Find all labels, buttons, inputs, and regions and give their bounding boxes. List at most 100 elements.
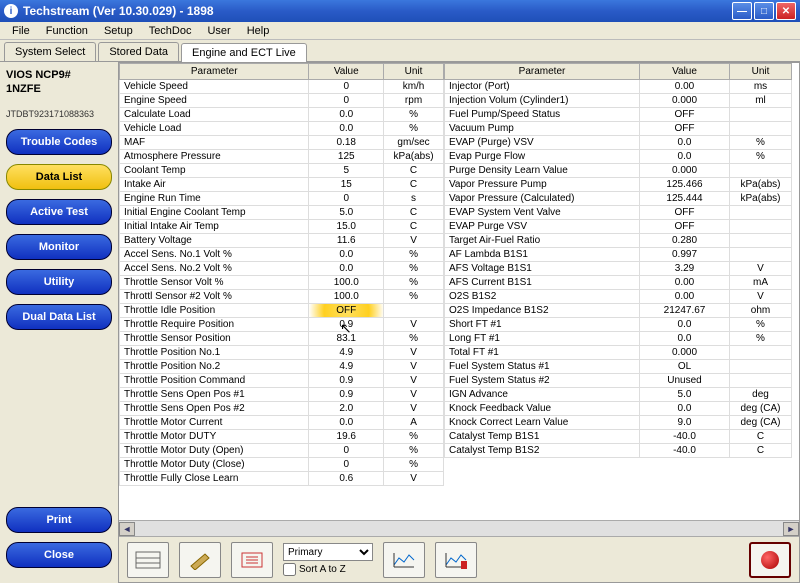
value-cell: 4.9 [309,346,384,360]
table-row[interactable]: Throttle Motor Current0.0A [120,416,444,430]
sort-checkbox[interactable] [283,563,296,576]
table-row[interactable]: EVAP System Vent ValveOFF [445,206,792,220]
horizontal-scrollbar[interactable]: ◄ ► [119,520,799,536]
table-row[interactable]: EVAP Purge VSVOFF [445,220,792,234]
table-row[interactable]: Fuel System Status #2Unused [445,374,792,388]
table-row[interactable]: Vehicle Speed0km/h [120,80,444,94]
menu-user[interactable]: User [199,23,238,39]
table-row[interactable]: Intake Air15C [120,178,444,192]
scroll-right-icon[interactable]: ► [783,522,799,536]
tab-system-select[interactable]: System Select [4,42,96,61]
scroll-left-icon[interactable]: ◄ [119,522,135,536]
table-row[interactable]: Vacuum PumpOFF [445,122,792,136]
table-row[interactable]: Target Air-Fuel Ratio0.280 [445,234,792,248]
table-row[interactable]: Fuel Pump/Speed StatusOFF [445,108,792,122]
col-value[interactable]: Value [640,64,730,80]
toolbar-edit-button[interactable] [179,542,221,578]
table-row[interactable]: Vapor Pressure Pump125.466kPa(abs) [445,178,792,192]
table-row[interactable]: Atmosphere Pressure125kPa(abs) [120,150,444,164]
tab-stored-data[interactable]: Stored Data [98,42,179,61]
table-row[interactable]: Long FT #10.0% [445,332,792,346]
sidebar-active-test-button[interactable]: Active Test [6,199,112,225]
table-row[interactable]: MAF0.18gm/sec [120,136,444,150]
table-row[interactable]: Knock Feedback Value0.0deg (CA) [445,402,792,416]
table-row[interactable]: IGN Advance5.0deg [445,388,792,402]
table-row[interactable]: Coolant Temp5C [120,164,444,178]
value-cell: -40.0 [640,444,730,458]
table-row[interactable]: Throttle Position No.24.9V [120,360,444,374]
table-row[interactable]: Throttle Require Position0.9V [120,318,444,332]
menu-techdoc[interactable]: TechDoc [141,23,200,39]
sidebar-trouble-codes-button[interactable]: Trouble Codes [6,129,112,155]
toolbar-select-button[interactable] [231,542,273,578]
display-mode-select[interactable]: Primary [283,543,373,561]
table-row[interactable]: Initial Intake Air Temp15.0C [120,220,444,234]
col-unit[interactable]: Unit [384,64,444,80]
toolbar-graph2-button[interactable] [435,542,477,578]
table-row[interactable]: Short FT #10.0% [445,318,792,332]
print-button[interactable]: Print [6,507,112,533]
table-row[interactable]: Evap Purge Flow0.0% [445,150,792,164]
table-row[interactable]: O2S B1S20.00V [445,290,792,304]
table-row[interactable]: AFS Current B1S10.00mA [445,276,792,290]
table-row[interactable]: Throttle Sens Open Pos #10.9V [120,388,444,402]
table-row[interactable]: O2S Impedance B1S221247.67ohm [445,304,792,318]
table-row[interactable]: Injection Volum (Cylinder1)0.000ml [445,94,792,108]
table-row[interactable]: Throttle Idle PositionOFF [120,304,444,318]
col-parameter[interactable]: Parameter [445,64,640,80]
table-row[interactable]: Fuel System Status #1OL [445,360,792,374]
table-row[interactable]: Calculate Load0.0% [120,108,444,122]
maximize-button[interactable]: □ [754,2,774,20]
table-row[interactable]: Accel Sens. No.1 Volt %0.0% [120,248,444,262]
table-row[interactable]: Vehicle Load0.0% [120,122,444,136]
table-row[interactable]: EVAP (Purge) VSV0.0% [445,136,792,150]
sidebar-data-list-button[interactable]: Data List [6,164,112,190]
table-row[interactable]: Catalyst Temp B1S1-40.0C [445,430,792,444]
record-button[interactable] [749,542,791,578]
unit-cell: % [730,150,792,164]
table-row[interactable]: Throttle Sensor Volt %100.0% [120,276,444,290]
close-window-button[interactable]: ✕ [776,2,796,20]
table-row[interactable]: AF Lambda B1S10.997 [445,248,792,262]
menu-file[interactable]: File [4,23,38,39]
table-row[interactable]: Knock Correct Learn Value9.0deg (CA) [445,416,792,430]
toolbar-graph1-button[interactable] [383,542,425,578]
col-parameter[interactable]: Parameter [120,64,309,80]
table-row[interactable]: Total FT #10.000 [445,346,792,360]
col-value[interactable]: Value [309,64,384,80]
sidebar-dual-data-list-button[interactable]: Dual Data List [6,304,112,330]
table-row[interactable]: Battery Voltage11.6V [120,234,444,248]
menu-function[interactable]: Function [38,23,96,39]
table-row[interactable]: Injector (Port)0.00ms [445,80,792,94]
sort-checkbox-label[interactable]: Sort A to Z [283,563,373,576]
param-cell: Target Air-Fuel Ratio [445,234,640,248]
table-row[interactable]: Throttle Sens Open Pos #22.0V [120,402,444,416]
table-row[interactable]: AFS Voltage B1S13.29V [445,262,792,276]
table-row[interactable]: Throttle Position Command0.9V [120,374,444,388]
sidebar-monitor-button[interactable]: Monitor [6,234,112,260]
table-row[interactable]: Catalyst Temp B1S2-40.0C [445,444,792,458]
table-row[interactable]: Throttle Motor DUTY19.6% [120,430,444,444]
table-row[interactable]: Vapor Pressure (Calculated)125.444kPa(ab… [445,192,792,206]
table-row[interactable]: Throttl Sensor #2 Volt %100.0% [120,290,444,304]
table-row[interactable]: Purge Density Learn Value0.000 [445,164,792,178]
table-row[interactable]: Accel Sens. No.2 Volt %0.0% [120,262,444,276]
table-row[interactable]: Throttle Motor Duty (Close)0% [120,458,444,472]
table-row[interactable]: Engine Run Time0s [120,192,444,206]
table-row[interactable]: Throttle Position No.14.9V [120,346,444,360]
menu-setup[interactable]: Setup [96,23,141,39]
minimize-button[interactable]: — [732,2,752,20]
table-row[interactable]: Throttle Sensor Position83.1% [120,332,444,346]
sidebar-utility-button[interactable]: Utility [6,269,112,295]
value-cell: OFF [309,304,384,318]
table-row[interactable]: Engine Speed0rpm [120,94,444,108]
col-unit[interactable]: Unit [730,64,792,80]
toolbar-view1-button[interactable] [127,542,169,578]
tab-engine-and-ect-live[interactable]: Engine and ECT Live [181,43,307,62]
value-cell: 0.0 [640,402,730,416]
menu-help[interactable]: Help [239,23,278,39]
close-button[interactable]: Close [6,542,112,568]
table-row[interactable]: Throttle Fully Close Learn0.6V [120,472,444,486]
table-row[interactable]: Throttle Motor Duty (Open)0% [120,444,444,458]
table-row[interactable]: Initial Engine Coolant Temp5.0C [120,206,444,220]
